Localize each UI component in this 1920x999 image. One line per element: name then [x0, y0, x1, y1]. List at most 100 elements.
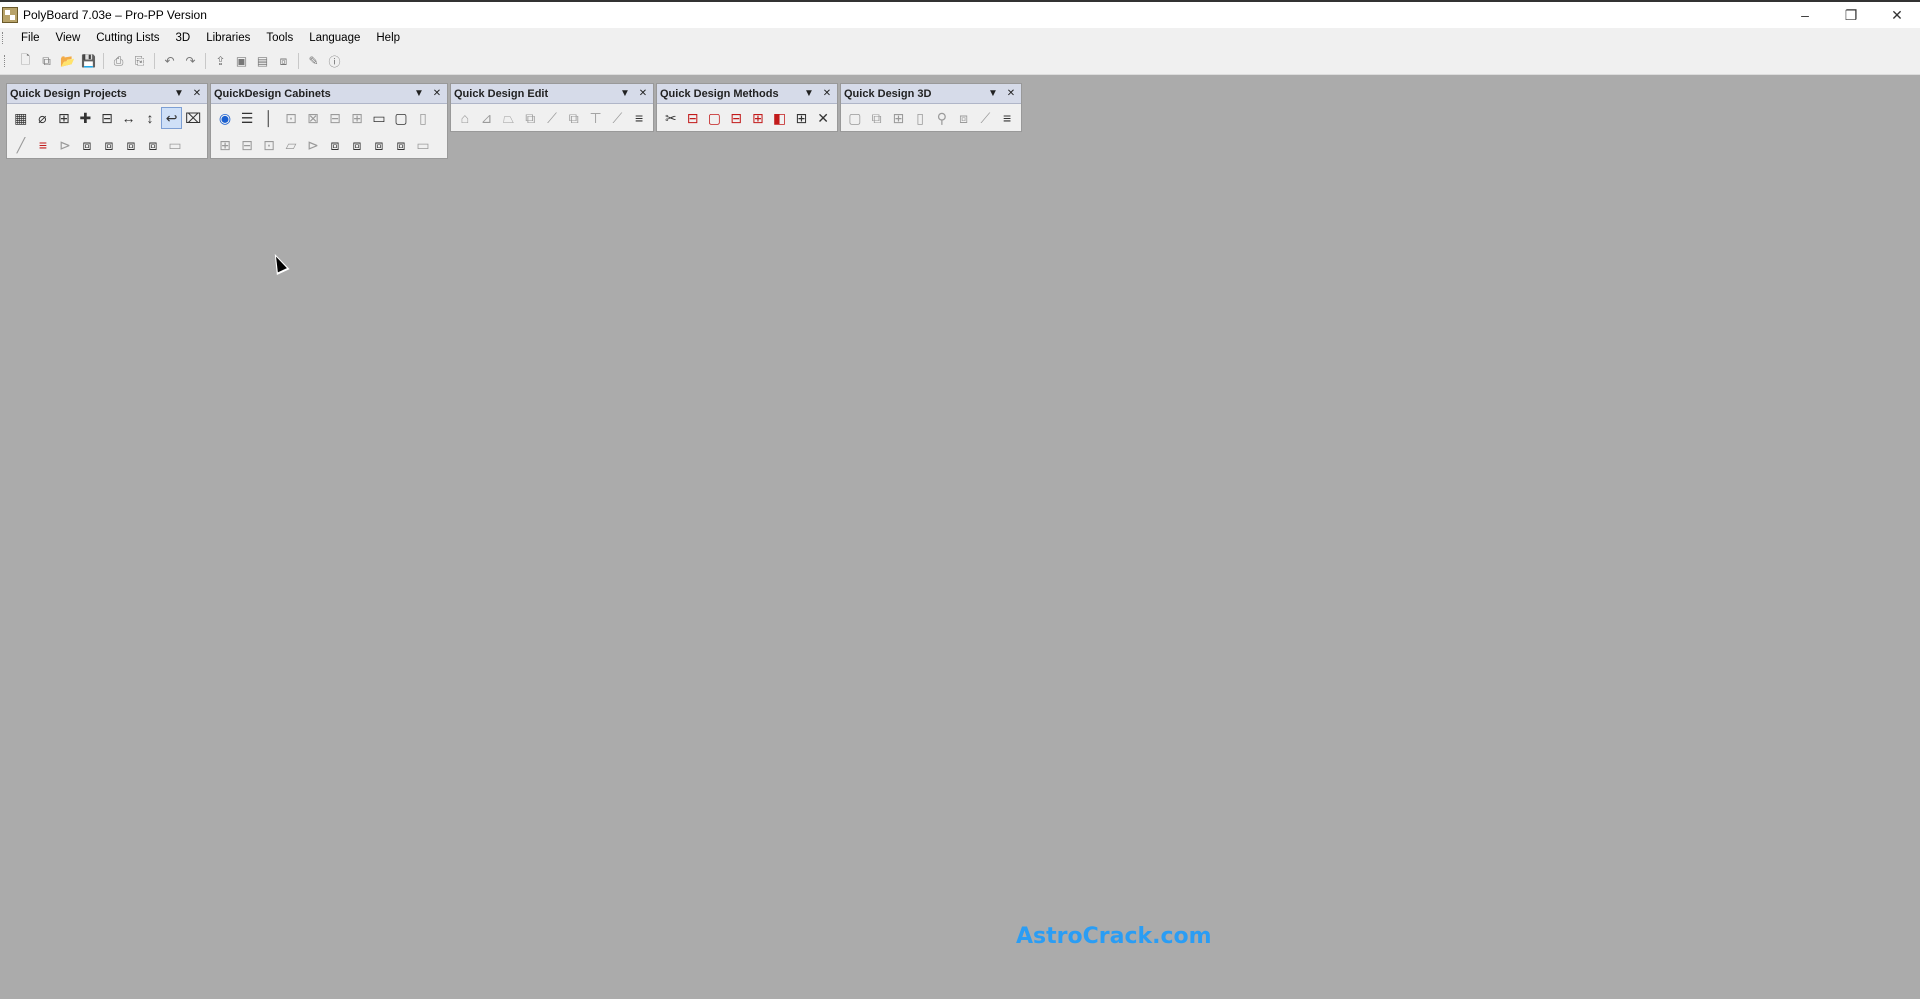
undo-icon[interactable]: ↶ [161, 53, 178, 70]
cube-icon[interactable]: ⧈ [142, 134, 164, 156]
menu-tools[interactable]: Tools [258, 28, 301, 48]
divider-icon[interactable]: │ [258, 107, 280, 129]
redo-icon[interactable]: ↷ [182, 53, 199, 70]
dropdown-icon[interactable]: ▼ [802, 87, 816, 101]
line-icon[interactable]: ╱ [10, 134, 32, 156]
pencil-icon[interactable]: ⟋ [606, 107, 628, 129]
stack-icon[interactable]: ⧉ [563, 107, 585, 129]
frame-joint-icon[interactable]: ▢ [704, 107, 726, 129]
panel-icon[interactable]: ▭ [412, 134, 434, 156]
top-panel-icon[interactable]: ▢ [390, 107, 412, 129]
side-panel-icon[interactable]: ▯ [412, 107, 434, 129]
print-preview-icon[interactable]: ⎘ [131, 53, 148, 70]
close-icon[interactable]: ✕ [636, 87, 650, 101]
restore-button[interactable]: ❐ [1828, 2, 1874, 28]
grid-3d-icon[interactable]: ⊞ [888, 107, 910, 129]
cross-frame-icon[interactable]: ⊠ [302, 107, 324, 129]
plus-icon[interactable]: ✚ [75, 107, 97, 129]
close-icon[interactable]: ✕ [820, 87, 834, 101]
close-icon[interactable]: ✕ [1004, 87, 1018, 101]
panel-icon[interactable]: ▭ [164, 134, 186, 156]
globe-icon[interactable]: ◉ [214, 107, 236, 129]
grid-icon[interactable]: ⊞ [53, 107, 75, 129]
dropdown-icon[interactable]: ▼ [986, 87, 1000, 101]
checker-icon[interactable]: ▦ [10, 107, 32, 129]
frame-icon[interactable]: ⊡ [258, 134, 280, 156]
tools-icon[interactable]: ✎ [305, 53, 322, 70]
cube-icon[interactable]: ⧈ [368, 134, 390, 156]
door-icon[interactable]: ⊟ [324, 107, 346, 129]
split-icon[interactable]: ⊟ [236, 134, 258, 156]
dropdown-icon[interactable]: ▼ [412, 87, 426, 101]
house-shape-icon[interactable]: ⌂ [454, 107, 476, 129]
cube-icon[interactable]: ⧈ [98, 134, 120, 156]
menu-libraries[interactable]: Libraries [198, 28, 258, 48]
trapezoid-icon[interactable]: ⏢ [498, 107, 520, 129]
drawers-icon[interactable]: ⊞ [346, 107, 368, 129]
new-file-icon[interactable]: 🗋 [17, 53, 34, 70]
vertical-arrow-icon[interactable]: ↕ [139, 107, 161, 129]
method-grid-icon[interactable]: ⊞ [791, 107, 813, 129]
panel-header[interactable]: Quick Design Projects ▼ ✕ [7, 84, 207, 104]
arrow-right-icon[interactable]: ⊳ [54, 134, 76, 156]
return-arrow-icon[interactable]: ↩ [160, 106, 183, 129]
joint-icon[interactable]: ⊟ [682, 107, 704, 129]
list-icon[interactable]: ≡ [628, 107, 650, 129]
box-3d-icon[interactable]: ⧈ [275, 53, 292, 70]
cut-tools-icon[interactable]: ✂ [660, 107, 682, 129]
grid-joint-icon[interactable]: ⊞ [747, 107, 769, 129]
list-icon[interactable]: ≡ [996, 107, 1018, 129]
menu-help[interactable]: Help [368, 28, 408, 48]
delete-icon[interactable]: ⌧ [182, 107, 204, 129]
box-3d-icon[interactable]: ▢ [844, 107, 866, 129]
close-button[interactable]: ✕ [1874, 2, 1920, 28]
pencil-icon[interactable]: ⟋ [975, 107, 997, 129]
panel-3d-icon[interactable]: ▯ [909, 107, 931, 129]
copy-3d-icon[interactable]: ⧉ [866, 107, 888, 129]
dropdown-icon[interactable]: ▼ [618, 87, 632, 101]
print-icon[interactable]: ⎙ [110, 53, 127, 70]
grid-icon[interactable]: ⊞ [214, 134, 236, 156]
cube-icon[interactable]: ⧈ [953, 107, 975, 129]
plinth-icon[interactable]: ▭ [368, 107, 390, 129]
menu-3d[interactable]: 3D [168, 28, 199, 48]
menu-file[interactable]: File [13, 28, 48, 48]
info-icon[interactable]: ⓘ [326, 53, 343, 70]
open-folder-icon[interactable]: 📂 [59, 53, 76, 70]
cube-icon[interactable]: ⧈ [346, 134, 368, 156]
cube-icon[interactable]: ⧈ [76, 134, 98, 156]
export-icon[interactable]: ⇪ [212, 53, 229, 70]
remove-method-icon[interactable]: ✕ [812, 107, 834, 129]
cube-icon[interactable]: ⧈ [120, 134, 142, 156]
panel-header[interactable]: QuickDesign Cabinets ▼ ✕ [211, 84, 447, 104]
copy-shape-icon[interactable]: ⧉ [519, 107, 541, 129]
menu-cutting-lists[interactable]: Cutting Lists [88, 28, 167, 48]
horizontal-arrow-icon[interactable]: ↔ [118, 107, 140, 129]
menu-grip[interactable] [2, 32, 5, 44]
panel-header[interactable]: Quick Design Methods ▼ ✕ [657, 84, 837, 104]
frame-icon[interactable]: ⊡ [280, 107, 302, 129]
close-icon[interactable]: ✕ [430, 87, 444, 101]
split-icon[interactable]: ⊟ [96, 107, 118, 129]
panel-header[interactable]: Quick Design 3D ▼ ✕ [841, 84, 1021, 104]
brush-icon[interactable]: ⟋ [541, 107, 563, 129]
minimize-button[interactable]: – [1782, 2, 1828, 28]
hammer-icon[interactable]: ⊤ [585, 107, 607, 129]
cube-icon[interactable]: ⧈ [390, 134, 412, 156]
close-icon[interactable]: ✕ [190, 87, 204, 101]
box-list-icon[interactable]: ▤ [254, 53, 271, 70]
menu-language[interactable]: Language [301, 28, 368, 48]
copy-file-icon[interactable]: ⧉ [38, 53, 55, 70]
slant-icon[interactable]: ▱ [280, 134, 302, 156]
pen-icon[interactable]: ⌀ [32, 107, 54, 129]
cube-icon[interactable]: ⧈ [324, 134, 346, 156]
menu-view[interactable]: View [48, 28, 89, 48]
split-joint-icon[interactable]: ⊟ [725, 107, 747, 129]
save-icon[interactable]: 💾 [80, 53, 97, 70]
box-icon[interactable]: ▣ [233, 53, 250, 70]
shelves-icon[interactable]: ☰ [236, 107, 258, 129]
list-icon[interactable]: ≡ [32, 134, 54, 156]
toolbar-grip[interactable] [4, 55, 7, 67]
arrow-right-icon[interactable]: ⊳ [302, 134, 324, 156]
corner-shape-icon[interactable]: ⊿ [476, 107, 498, 129]
